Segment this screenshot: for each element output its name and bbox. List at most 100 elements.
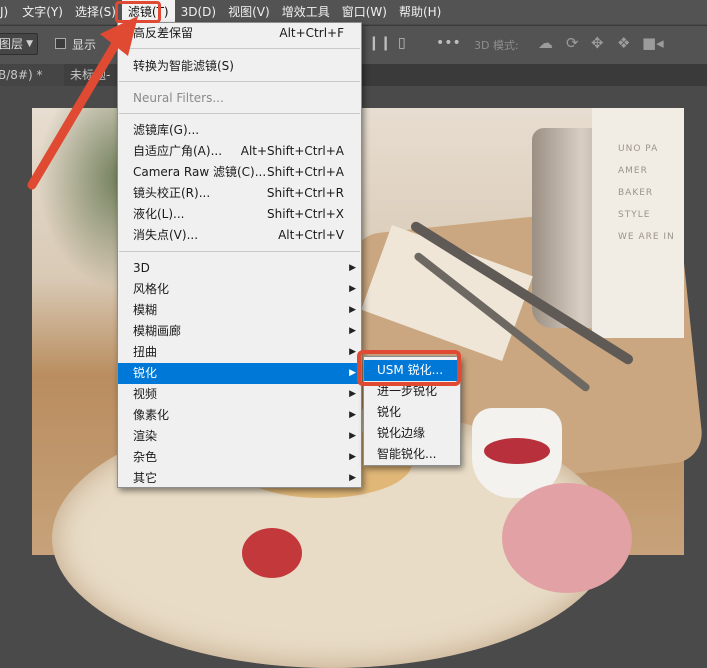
- menu-vanishing-point-label: 消失点(V)...: [133, 228, 199, 242]
- submenu-arrow-icon: ▶: [349, 284, 356, 294]
- align-icon[interactable]: ▯: [398, 35, 406, 51]
- menu-separator: [119, 251, 360, 252]
- menu-neural-filters-label: Neural Filters...: [133, 91, 224, 105]
- menu-item-select[interactable]: 选择(S): [69, 0, 122, 24]
- menu-last-filter-shortcut: Alt+Ctrl+F: [279, 26, 344, 40]
- slide-3d-icon[interactable]: ❖: [617, 34, 630, 52]
- menu-sub-other-label: 其它: [133, 471, 158, 485]
- submenu-smart-sharpen[interactable]: 智能锐化...: [364, 444, 460, 465]
- menu-item-plugins[interactable]: 增效工具: [276, 0, 336, 24]
- menu-liquify-label: 液化(L)...: [133, 207, 185, 221]
- menu-sub-3d[interactable]: 3D ▶: [118, 258, 361, 279]
- menu-adaptive-wide-angle[interactable]: 自适应广角(A)... Alt+Shift+Ctrl+A: [118, 141, 361, 162]
- submenu-arrow-icon: ▶: [349, 368, 356, 378]
- photo-sign: UNO PA AMER BAKER STYLE WE ARE IN: [592, 108, 684, 338]
- menu-camera-raw[interactable]: Camera Raw 滤镜(C)... Shift+Ctrl+A: [118, 162, 361, 183]
- menu-sub-video-label: 视频: [133, 387, 158, 401]
- menu-sub-video[interactable]: 视频 ▶: [118, 384, 361, 405]
- menu-sub-pixelate-label: 像素化: [133, 408, 170, 422]
- submenu-arrow-icon: ▶: [349, 347, 356, 357]
- menu-sub-noise[interactable]: 杂色 ▶: [118, 447, 361, 468]
- distribute-icon[interactable]: ❙❙: [368, 35, 391, 51]
- submenu-arrow-icon: ▶: [349, 473, 356, 483]
- menu-item-3d[interactable]: 3D(D): [175, 0, 222, 24]
- menu-last-filter-label: 高反差保留: [133, 26, 194, 40]
- submenu-sharpen-edges[interactable]: 锐化边缘: [364, 423, 460, 444]
- menu-filter-gallery[interactable]: 滤镜库(G)...: [118, 120, 361, 141]
- photo-sign-line: UNO PA: [618, 144, 659, 154]
- filter-menu: 高反差保留 Alt+Ctrl+F 转换为智能滤镜(S) Neural Filte…: [117, 22, 362, 488]
- submenu-arrow-icon: ▶: [349, 326, 356, 336]
- photo-icecream: [502, 483, 632, 593]
- menu-separator: [119, 48, 360, 49]
- menu-vanishing-point-shortcut: Alt+Ctrl+V: [278, 228, 344, 242]
- show-transform-checkbox[interactable]: [55, 38, 66, 49]
- menu-separator: [119, 113, 360, 114]
- chevron-down-icon: ▼: [26, 39, 33, 49]
- document-tab-1[interactable]: B/8#) *: [0, 64, 74, 86]
- menu-bar: J) 文字(Y) 选择(S) 滤镜(T) 3D(D) 视图(V) 增效工具 窗口…: [0, 0, 707, 24]
- orbit-3d-icon[interactable]: ☁: [538, 34, 553, 52]
- menu-adaptive-wide-angle-shortcut: Alt+Shift+Ctrl+A: [240, 144, 344, 158]
- menu-filter-gallery-label: 滤镜库(G)...: [133, 123, 200, 137]
- submenu-arrow-icon: ▶: [349, 389, 356, 399]
- menu-sub-blur-gallery-label: 模糊画廊: [133, 324, 182, 338]
- menu-adaptive-wide-angle-label: 自适应广角(A)...: [133, 144, 223, 158]
- photo-strawberry: [242, 528, 302, 578]
- photo-sign-line: BAKER: [618, 188, 654, 198]
- photo-sign-line: STYLE: [618, 210, 651, 220]
- menu-item-type[interactable]: 文字(Y): [16, 0, 69, 24]
- show-transform-label: 显示: [72, 38, 97, 52]
- menu-sub-noise-label: 杂色: [133, 450, 158, 464]
- 3d-mode-label: 3D 模式:: [474, 39, 519, 52]
- menu-sub-sharpen[interactable]: 锐化 ▶: [118, 363, 361, 384]
- menu-neural-filters: Neural Filters...: [118, 88, 361, 109]
- menu-sub-stylize[interactable]: 风格化 ▶: [118, 279, 361, 300]
- menu-convert-smart-filters-label: 转换为智能滤镜(S): [133, 59, 234, 73]
- menu-sub-blur-gallery[interactable]: 模糊画廊 ▶: [118, 321, 361, 342]
- menu-sub-3d-label: 3D: [133, 261, 150, 275]
- annotation-box-filter-menu: [115, 1, 161, 23]
- annotation-box-usm: [357, 350, 461, 386]
- menu-lens-correction[interactable]: 镜头校正(R)... Shift+Ctrl+R: [118, 183, 361, 204]
- submenu-arrow-icon: ▶: [349, 263, 356, 273]
- menu-item-window[interactable]: 窗口(W): [336, 0, 393, 24]
- submenu-arrow-icon: ▶: [349, 431, 356, 441]
- menu-sub-distort[interactable]: 扭曲 ▶: [118, 342, 361, 363]
- photo-sign-line: WE ARE IN: [618, 232, 675, 242]
- more-options-icon[interactable]: •••: [436, 35, 461, 51]
- menu-last-filter[interactable]: 高反差保留 Alt+Ctrl+F: [118, 23, 361, 44]
- pan-3d-icon[interactable]: ✥: [591, 34, 604, 52]
- photo-sign-line: AMER: [618, 166, 648, 176]
- menu-liquify-shortcut: Shift+Ctrl+X: [267, 207, 344, 221]
- menu-camera-raw-label: Camera Raw 滤镜(C)...: [133, 165, 267, 179]
- layer-select[interactable]: 图层 ▼: [0, 33, 38, 55]
- menu-separator: [119, 81, 360, 82]
- scale-3d-icon[interactable]: ■◂: [642, 34, 664, 52]
- layer-select-value: 图层: [0, 37, 24, 51]
- menu-lens-correction-shortcut: Shift+Ctrl+R: [266, 186, 344, 200]
- menu-vanishing-point[interactable]: 消失点(V)... Alt+Ctrl+V: [118, 225, 361, 246]
- menu-item-type-partial[interactable]: J): [0, 0, 16, 24]
- menu-item-view[interactable]: 视图(V): [222, 0, 276, 24]
- roll-3d-icon[interactable]: ⟳: [566, 34, 579, 52]
- submenu-arrow-icon: ▶: [349, 452, 356, 462]
- menu-lens-correction-label: 镜头校正(R)...: [133, 186, 211, 200]
- menu-sub-other[interactable]: 其它 ▶: [118, 468, 361, 489]
- menu-sub-stylize-label: 风格化: [133, 282, 170, 296]
- menu-convert-smart-filters[interactable]: 转换为智能滤镜(S): [118, 56, 361, 77]
- submenu-sharpen[interactable]: 锐化: [364, 402, 460, 423]
- menu-sub-pixelate[interactable]: 像素化 ▶: [118, 405, 361, 426]
- menu-sub-sharpen-label: 锐化: [133, 366, 158, 380]
- submenu-arrow-icon: ▶: [349, 410, 356, 420]
- submenu-arrow-icon: ▶: [349, 305, 356, 315]
- menu-sub-blur-label: 模糊: [133, 303, 158, 317]
- menu-sub-distort-label: 扭曲: [133, 345, 158, 359]
- menu-liquify[interactable]: 液化(L)... Shift+Ctrl+X: [118, 204, 361, 225]
- menu-sub-blur[interactable]: 模糊 ▶: [118, 300, 361, 321]
- photo-sauce: [484, 438, 550, 464]
- menu-item-help[interactable]: 帮助(H): [393, 0, 447, 24]
- menu-sub-render[interactable]: 渲染 ▶: [118, 426, 361, 447]
- menu-sub-render-label: 渲染: [133, 429, 158, 443]
- menu-camera-raw-shortcut: Shift+Ctrl+A: [267, 165, 344, 179]
